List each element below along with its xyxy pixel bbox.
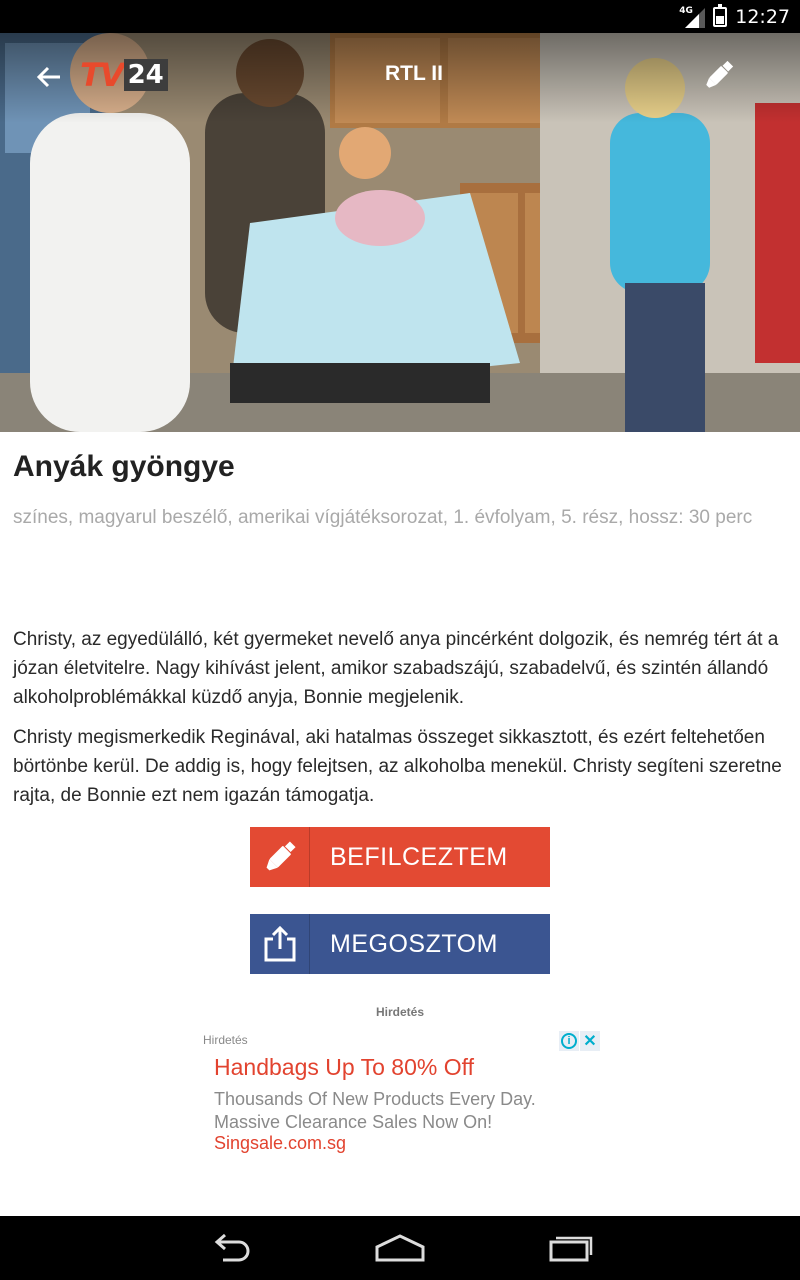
show-meta: színes, magyarul beszélő, amerikai vígjá… [13, 507, 753, 528]
tv24-logo: TV 24 [80, 56, 168, 94]
network-type: 4G [679, 5, 693, 16]
nav-home-button[interactable] [360, 1224, 440, 1272]
home-icon [375, 1234, 425, 1262]
description-paragraph: Christy, az egyedülálló, két gyermeket n… [13, 629, 779, 708]
nav-recents-button[interactable] [530, 1224, 610, 1272]
ad-info-icon[interactable]: i [559, 1031, 579, 1051]
arrow-left-icon [36, 66, 60, 88]
status-bar: 4G 12:27 [0, 0, 800, 33]
description-paragraph: Christy megismerkedik Reginával, aki hat… [13, 727, 782, 806]
ad-controls: i ✕ [559, 1031, 600, 1051]
checkin-button-label: BEFILCEZTEM [330, 842, 508, 871]
share-icon [250, 914, 310, 974]
channel-title: RTL II [385, 62, 443, 85]
ad-label: Hirdetés [203, 1033, 248, 1047]
marker-icon [250, 827, 310, 887]
clock: 12:27 [735, 5, 790, 28]
ad-header: Hirdetés [375, 1005, 425, 1019]
marker-icon [706, 60, 734, 88]
system-nav-bar [0, 1216, 800, 1280]
cell-signal-icon: 4G [679, 5, 706, 28]
logo-number-text: 24 [123, 59, 168, 91]
checkin-button[interactable]: BEFILCEZTEM [250, 827, 550, 887]
ad-body-text: Thousands Of New Products Every Day. Mas… [214, 1089, 536, 1132]
battery-icon [713, 3, 728, 27]
status-icons: 4G 12:27 [679, 0, 790, 33]
back-button[interactable] [30, 58, 68, 96]
share-button-label: MEGOSZTOM [330, 929, 498, 958]
recents-icon [549, 1236, 593, 1262]
back-icon [214, 1233, 250, 1262]
ad-info-glyph: i [561, 1033, 577, 1049]
show-title: Anyák gyöngye [13, 450, 235, 483]
checkin-toolbar-button[interactable] [700, 56, 738, 94]
ad-banner[interactable]: Hirdetés i ✕ Handbags Up To 80% Off Thou… [200, 1030, 600, 1160]
share-button[interactable]: MEGOSZTOM [250, 914, 550, 974]
ad-close-icon[interactable]: ✕ [580, 1031, 600, 1051]
nav-back-button[interactable] [190, 1224, 270, 1272]
ad-url[interactable]: Singsale.com.sg [214, 1133, 346, 1154]
ad-headline[interactable]: Handbags Up To 80% Off [214, 1054, 474, 1081]
logo-tv-text: TV [80, 56, 125, 94]
